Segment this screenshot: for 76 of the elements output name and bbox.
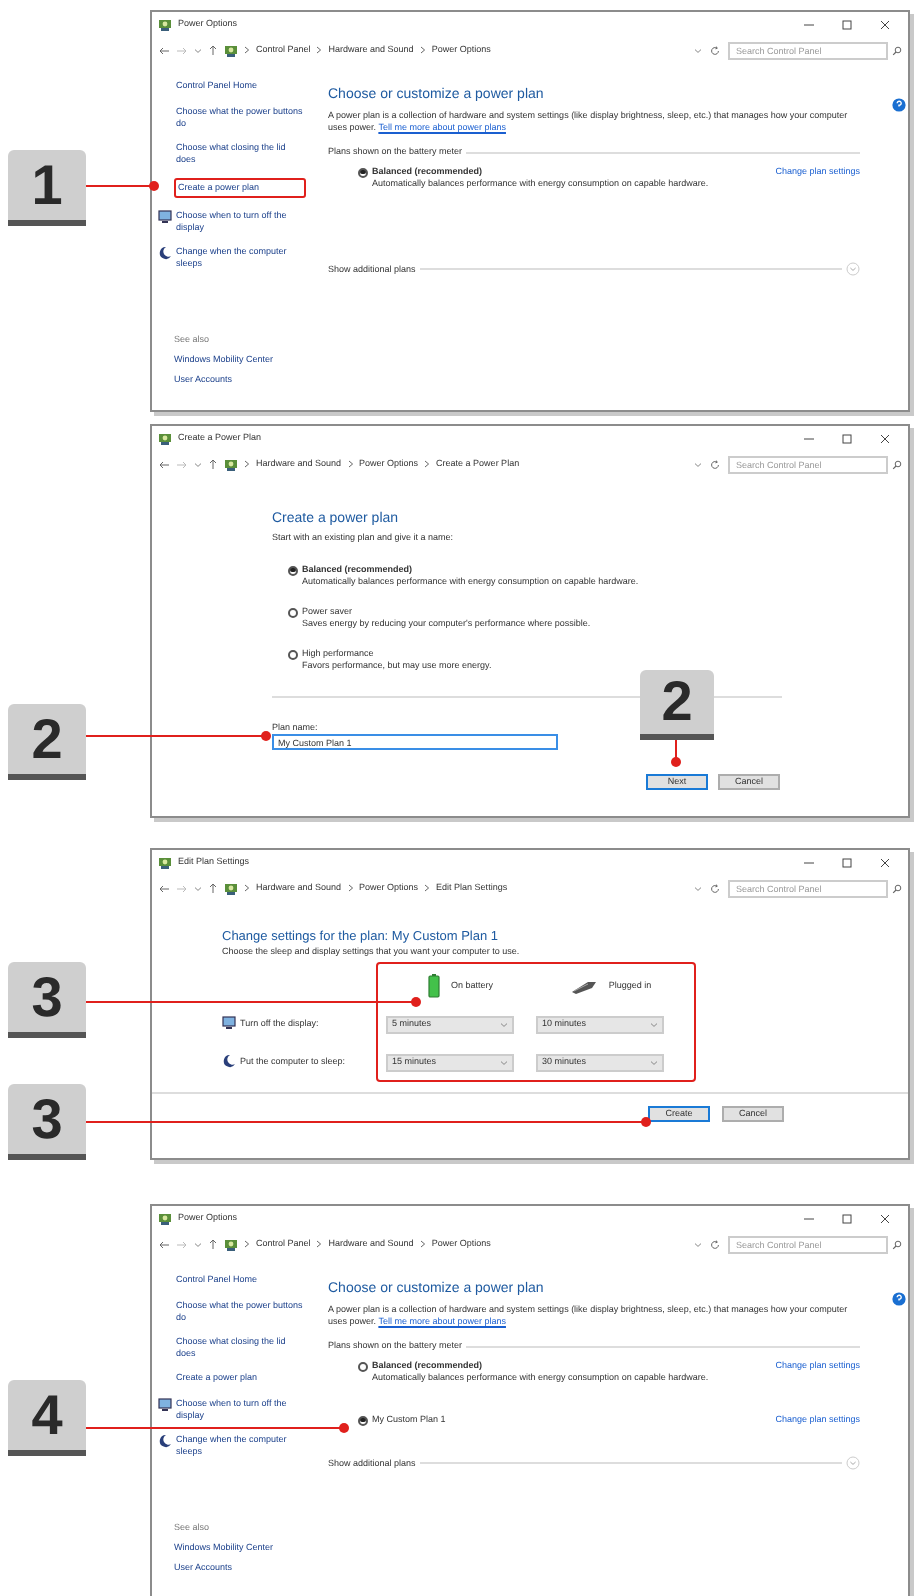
minimize-icon[interactable] xyxy=(804,19,814,29)
radio-button[interactable] xyxy=(358,167,368,177)
back-arrow-icon[interactable] xyxy=(158,45,170,55)
maximize-icon[interactable] xyxy=(842,433,852,443)
help-icon[interactable] xyxy=(892,1292,906,1306)
search-icon[interactable] xyxy=(892,459,902,469)
step-badge: 3 xyxy=(8,962,86,1038)
minimize-icon[interactable] xyxy=(804,1213,814,1223)
moon-icon xyxy=(158,246,172,260)
control-panel-icon xyxy=(158,431,172,445)
control-panel-icon xyxy=(158,855,172,869)
close-icon[interactable] xyxy=(880,857,890,867)
chevron-right-icon xyxy=(347,884,354,892)
control-panel-icon xyxy=(224,881,238,895)
battery-icon xyxy=(428,974,441,998)
chevron-right-icon xyxy=(419,1240,426,1248)
help-icon[interactable] xyxy=(892,98,906,112)
chevron-right-icon xyxy=(424,884,431,892)
chevron-right-icon xyxy=(244,1240,250,1248)
back-arrow-icon[interactable] xyxy=(158,883,170,893)
leader-line xyxy=(85,181,159,191)
control-panel-icon xyxy=(158,1211,172,1225)
chevron-right-icon xyxy=(347,460,354,468)
maximize-icon[interactable] xyxy=(842,1213,852,1223)
caret-down-icon xyxy=(650,1022,658,1028)
close-icon[interactable] xyxy=(880,433,890,443)
radio-button[interactable] xyxy=(288,607,298,617)
search-icon[interactable] xyxy=(892,45,902,55)
radio-button[interactable] xyxy=(358,1415,368,1425)
close-icon[interactable] xyxy=(880,1213,890,1223)
maximize-icon[interactable] xyxy=(842,19,852,29)
step-badge: 4 xyxy=(8,1380,86,1456)
chevron-right-icon xyxy=(244,460,250,468)
search-icon[interactable] xyxy=(892,883,902,893)
caret-down-icon xyxy=(500,1060,508,1066)
close-icon[interactable] xyxy=(880,19,890,29)
radio-button[interactable] xyxy=(288,649,298,659)
maximize-icon[interactable] xyxy=(842,857,852,867)
step-badge: 2 xyxy=(8,704,86,780)
caret-down-icon xyxy=(650,1060,658,1066)
chevron-right-icon xyxy=(419,46,426,54)
minimize-icon[interactable] xyxy=(804,433,814,443)
control-panel-icon xyxy=(224,1237,238,1251)
moon-icon xyxy=(158,1434,172,1448)
step-badge: 2 xyxy=(640,670,714,740)
up-arrow-icon[interactable] xyxy=(208,882,218,894)
refresh-icon[interactable] xyxy=(710,459,720,469)
up-arrow-icon[interactable] xyxy=(208,1238,218,1250)
plug-icon xyxy=(570,979,599,993)
refresh-icon[interactable] xyxy=(710,45,720,55)
step-badge: 1 xyxy=(8,150,86,226)
minimize-icon[interactable] xyxy=(804,857,814,867)
leader-line xyxy=(671,739,681,767)
back-arrow-icon[interactable] xyxy=(158,1239,170,1249)
chevron-right-icon xyxy=(244,884,250,892)
up-arrow-icon[interactable] xyxy=(208,458,218,470)
monitor-icon xyxy=(158,1398,172,1412)
radio-button[interactable] xyxy=(358,1361,368,1371)
back-arrow-icon[interactable] xyxy=(158,459,170,469)
monitor-icon xyxy=(222,1016,236,1030)
control-panel-icon xyxy=(224,43,238,57)
chevron-right-icon xyxy=(316,1240,323,1248)
caret-down-icon xyxy=(500,1022,508,1028)
up-arrow-icon[interactable] xyxy=(208,44,218,56)
control-panel-icon xyxy=(158,17,172,31)
refresh-icon[interactable] xyxy=(710,1239,720,1249)
chevron-right-icon xyxy=(424,460,431,468)
step-badge: 3 xyxy=(8,1084,86,1160)
chevron-right-icon xyxy=(316,46,323,54)
search-icon[interactable] xyxy=(892,1239,902,1249)
moon-icon xyxy=(222,1054,236,1068)
chevron-right-icon xyxy=(244,46,250,54)
monitor-icon xyxy=(158,210,172,224)
control-panel-icon xyxy=(224,457,238,471)
radio-button[interactable] xyxy=(288,565,298,575)
refresh-icon[interactable] xyxy=(710,883,720,893)
